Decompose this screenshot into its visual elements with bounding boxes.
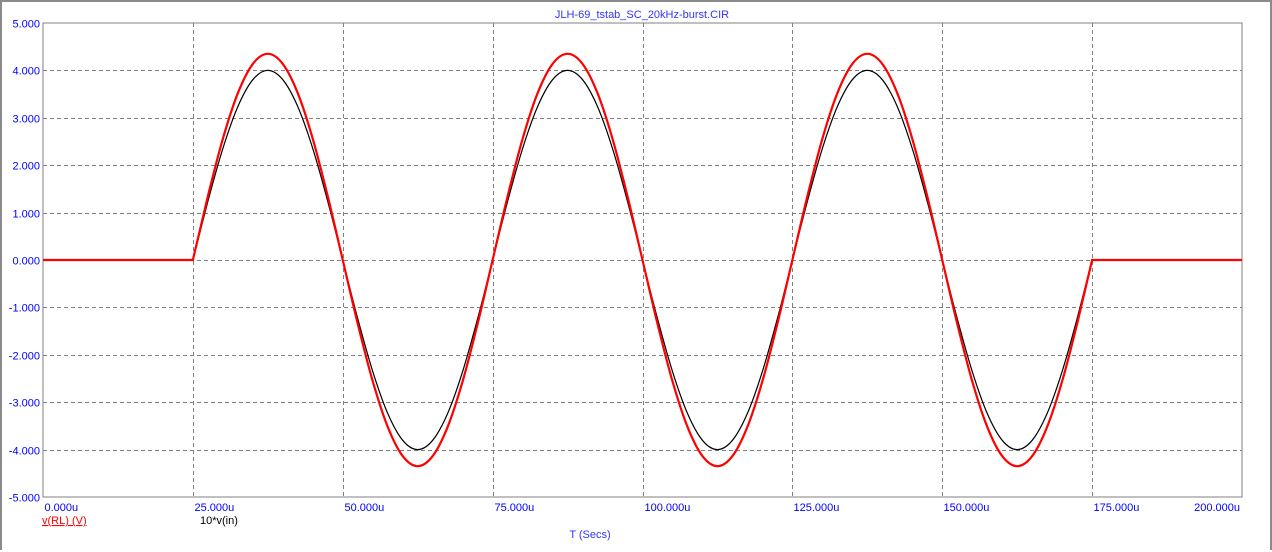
x-tick-label: 50.000u [345, 502, 385, 514]
y-tick-label: 0.000 [12, 256, 40, 268]
legend-vrl[interactable]: v(RL) (V) [42, 515, 87, 527]
transient-plot: JLH-69_tstab_SC_20kHz-burst.CIR 5.000 4.0… [9, 9, 1243, 541]
x-axis-label: T (Secs) [569, 529, 610, 541]
series-lines [43, 52, 1242, 468]
x-tick-label: 200.000u [1194, 502, 1240, 514]
chart-title: JLH-69_tstab_SC_20kHz-burst.CIR [555, 9, 729, 21]
x-tick-label: 150.000u [944, 502, 990, 514]
x-tick-labels: 0.000u 25.000u 50.000u 75.000u 100.000u 125.0… [45, 502, 1241, 514]
x-tick-label: 125.000u [794, 502, 840, 514]
y-tick-label: -4.000 [9, 446, 40, 458]
y-tick-label: 2.000 [12, 161, 40, 173]
x-tick-label: 175.000u [1094, 502, 1140, 514]
x-tick-label: 75.000u [495, 502, 535, 514]
y-tick-labels: 5.000 4.000 3.000 2.000 1.000 0.000 -1.000 -2.0… [9, 19, 40, 505]
legend-10vin[interactable]: 10*v(in) [200, 515, 238, 527]
y-tick-label: 1.000 [12, 209, 40, 221]
y-tick-label: -2.000 [9, 351, 40, 363]
y-tick-label: -3.000 [9, 398, 40, 410]
y-tick-label: 3.000 [12, 114, 40, 126]
y-tick-label: 4.000 [12, 66, 40, 78]
x-tick-label: 100.000u [645, 502, 691, 514]
x-tick-label: 0.000u [45, 502, 79, 514]
y-tick-label: -5.000 [9, 493, 40, 505]
y-tick-label: -1.000 [9, 303, 40, 315]
series-line-vrl [43, 52, 1242, 468]
y-tick-label: 5.000 [12, 19, 40, 31]
x-tick-label: 25.000u [195, 502, 235, 514]
